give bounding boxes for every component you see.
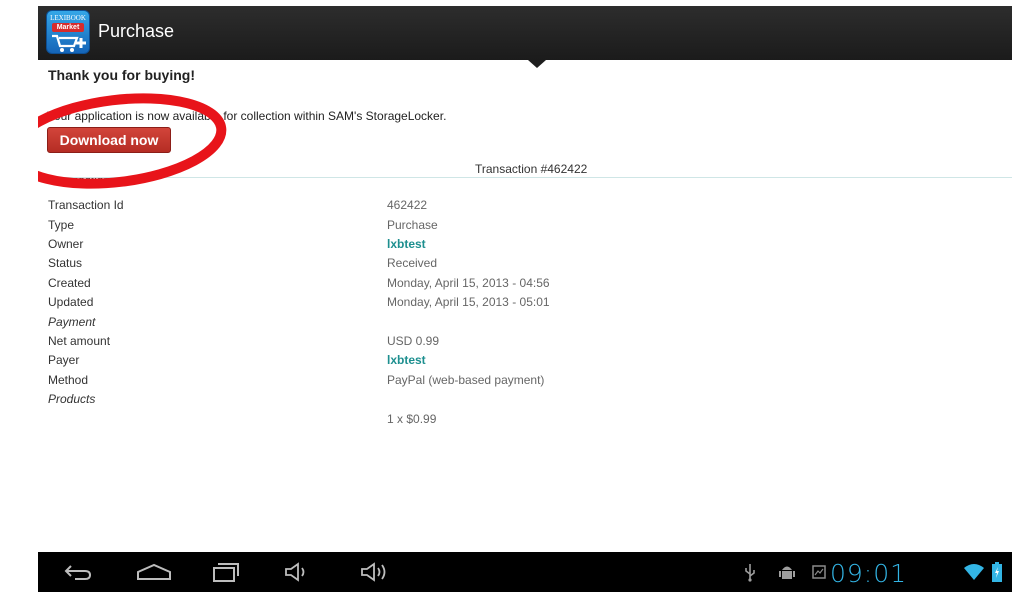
volume-up-button[interactable]	[354, 552, 394, 592]
detail-label: Owner	[48, 237, 84, 251]
device-screen: LEXIBOOK Market Purchase Thank you for b…	[38, 6, 1012, 592]
detail-label: Net amount	[48, 334, 111, 348]
detail-row: Transaction Id 462422	[38, 198, 1012, 217]
detail-value: USD 0.99	[387, 334, 440, 348]
detail-label: Method	[48, 373, 89, 387]
action-bar: LEXIBOOK Market Purchase	[38, 6, 1012, 60]
detail-row: Method PayPal (web-based payment)	[38, 373, 1012, 392]
wifi-status	[960, 552, 988, 592]
detail-label: Type	[48, 218, 75, 232]
detail-value: Purchase	[387, 218, 438, 232]
section-payment-heading: Payment	[48, 315, 96, 329]
detail-value: 462422	[387, 198, 428, 212]
detail-value: Monday, April 15, 2013 - 05:01	[387, 295, 550, 309]
detail-row: Owner lxbtest	[38, 237, 1012, 256]
home-icon	[137, 563, 171, 580]
back-icon	[64, 565, 92, 580]
usb-icon	[745, 564, 755, 582]
volume-up-icon	[361, 562, 386, 582]
section-products-heading: Products	[48, 392, 96, 406]
debug-status	[774, 552, 800, 592]
volume-down-button[interactable]	[278, 552, 314, 592]
download-now-button[interactable]: Download now	[47, 127, 171, 153]
shopping-cart-icon	[52, 34, 86, 52]
availability-message: Your application is now available for co…	[47, 109, 447, 123]
wifi-icon	[964, 564, 984, 580]
detail-row: Net amount USD 0.99	[38, 334, 1012, 353]
screenshot-status	[808, 552, 830, 592]
transaction-header: Transaction #462422	[475, 162, 588, 176]
owner-link[interactable]: lxbtest	[387, 237, 426, 251]
detail-row: Status Received	[38, 256, 1012, 275]
volume-down-icon	[285, 562, 305, 582]
home-button[interactable]	[132, 552, 176, 592]
detail-label: Transaction Id	[48, 198, 124, 212]
section-transaction-label: Transaction	[48, 178, 110, 187]
app-logo-icon[interactable]: LEXIBOOK Market	[46, 10, 90, 54]
android-debug-icon	[779, 566, 795, 579]
detail-value: Received	[387, 256, 438, 270]
detail-row: Payer lxbtest	[38, 353, 1012, 372]
product-line: 1 x $0.99	[387, 412, 437, 426]
detail-label: Created	[48, 276, 91, 290]
detail-value: PayPal (web-based payment)	[387, 373, 545, 387]
app-title: Purchase	[98, 21, 175, 41]
app-logo-label: Market	[52, 23, 84, 32]
detail-row: Created Monday, April 15, 2013 - 04:56	[38, 276, 1012, 295]
payer-link[interactable]: lxbtest	[387, 353, 426, 367]
app-logo-brand: LEXIBOOK	[50, 14, 86, 22]
battery-icon	[992, 562, 1002, 582]
recent-apps-button[interactable]	[206, 552, 246, 592]
detail-label: Status	[48, 256, 83, 270]
detail-label: Payer	[48, 353, 80, 367]
detail-value: Monday, April 15, 2013 - 04:56	[387, 276, 550, 290]
detail-row: Updated Monday, April 15, 2013 - 05:01	[38, 295, 1012, 314]
divider	[38, 177, 1012, 178]
section-transaction-heading: Transaction	[48, 178, 110, 187]
battery-status	[988, 552, 1006, 592]
usb-status	[738, 552, 762, 592]
product-row: 1 x $0.99	[38, 412, 1012, 431]
detail-label: Updated	[48, 295, 94, 309]
page-heading: Thank you for buying!	[48, 67, 195, 83]
status-clock: 09:01	[830, 559, 908, 588]
action-bar-pointer	[528, 60, 546, 68]
recent-apps-icon	[213, 563, 239, 582]
back-button[interactable]	[58, 552, 98, 592]
detail-row: Type Purchase	[38, 218, 1012, 237]
screenshot-icon	[812, 565, 826, 579]
